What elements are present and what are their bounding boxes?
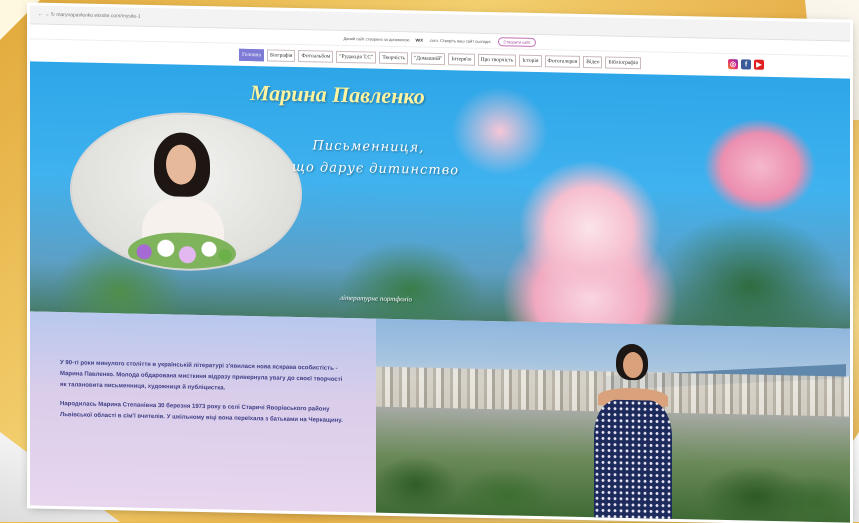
site-title: Марина Павленко [250, 80, 425, 109]
wix-brand: WIX [415, 36, 424, 43]
nav-item-history[interactable]: Історія [519, 54, 542, 68]
nav-item-domashniy[interactable]: "Домашній" [411, 52, 446, 66]
instagram-icon[interactable]: ◎ [728, 59, 738, 70]
hero-banner: Марина Павленко Письменниця, що дарує ди… [30, 61, 850, 329]
nav-item-photogallery[interactable]: Фотогалерея [544, 55, 581, 68]
wix-banner-text: Даний сайт створено за допомогою [343, 35, 410, 42]
nav-item-video[interactable]: Відео [583, 56, 603, 69]
nav-item-biography[interactable]: Біографія [266, 49, 296, 62]
portfolio-caption: літературне портфоліо [340, 293, 413, 304]
social-links: ◎ f ▶ [728, 59, 764, 70]
author-portrait [70, 110, 302, 274]
nav-item-creativity[interactable]: Творчість [379, 51, 408, 65]
nav-item-about-creativity[interactable]: Про творчість [477, 53, 517, 67]
about-text-panel: У 90-ті роки минулого століття в українс… [30, 311, 376, 514]
figure-dress [594, 399, 672, 521]
youtube-icon[interactable]: ▶ [754, 59, 764, 70]
nav-item-home[interactable]: Головна [239, 48, 264, 62]
about-paragraph-1: У 90-ті роки минулого століття в українс… [60, 360, 343, 392]
portrait-face [166, 144, 196, 185]
figure-face [623, 351, 643, 379]
site-subtitle: Письменниця, що дарує дитинство [292, 138, 460, 179]
wix-banner-text-2: .com. Створіть ваш сайт сьогодні. [429, 37, 492, 44]
facebook-icon[interactable]: f [741, 59, 751, 70]
nav-item-editorial[interactable]: "Рудакція Т.С" [336, 50, 377, 64]
nav-item-bibliography[interactable]: Бібліографія [605, 56, 641, 70]
nav-item-interview[interactable]: Інтерв'ю [448, 53, 475, 66]
author-city-photo [376, 318, 850, 523]
photo-author-figure [576, 343, 686, 523]
about-paragraph-2: Народилась Марина Степанівна 30 березня … [60, 401, 343, 424]
about-section: У 90-ті роки минулого століття в українс… [30, 311, 850, 523]
website-screenshot: ← → ↻ marynapavlenko.wixsite.com/mysite-… [30, 5, 850, 523]
create-site-button[interactable]: Створити сайт [497, 36, 537, 47]
nav-item-photoalbum[interactable]: Фотоальбом [298, 50, 334, 63]
